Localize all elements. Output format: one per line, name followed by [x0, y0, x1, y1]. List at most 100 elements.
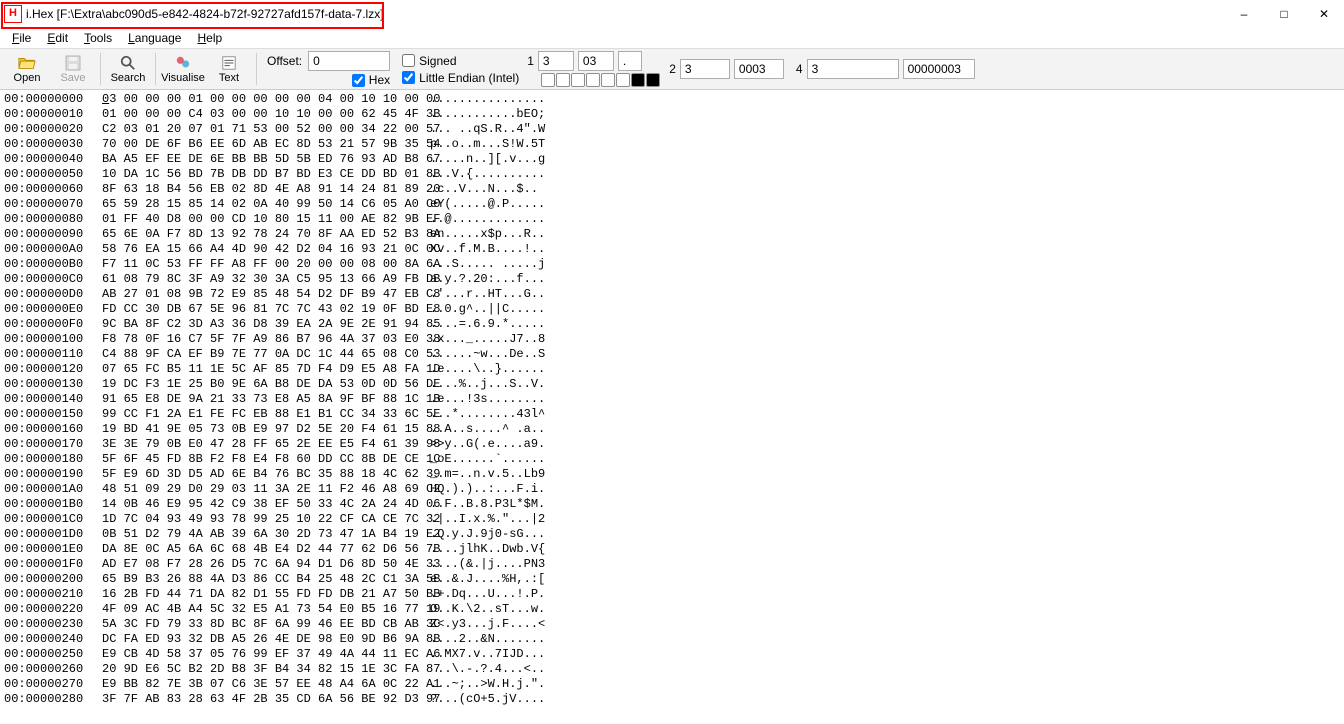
- ascii-cell[interactable]: p..o..m...S!W.5T: [430, 137, 545, 152]
- ascii-cell[interactable]: eY(.....@.P.....: [430, 197, 545, 212]
- hex-bytes-cell[interactable]: 91 65 E8 DE 9A 21 33 73 E8 A5 8A 9F BF 8…: [102, 392, 430, 407]
- hex-row[interactable]: 00:000001C0 1D 7C 04 93 49 93 78 99 25 1…: [4, 512, 1344, 527]
- hex-row[interactable]: 00:00000160 19 BD 41 9E 05 73 0B E9 97 D…: [4, 422, 1344, 437]
- minimize-button[interactable]: ‒: [1224, 0, 1264, 28]
- endian-checkbox[interactable]: [402, 71, 415, 84]
- hex-row[interactable]: 00:000000F0 9C BA 8F C2 3D A3 36 D8 39 E…: [4, 317, 1344, 332]
- ascii-cell[interactable]: en.....x$p...R..: [430, 227, 545, 242]
- hex-row[interactable]: 00:00000110 C4 88 9F CA EF B9 7E 77 0A D…: [4, 347, 1344, 362]
- ascii-cell[interactable]: .'...r..HT...G..: [430, 287, 545, 302]
- hex-row[interactable]: 00:00000000 03 00 00 00 01 00 00 00 00 0…: [4, 92, 1344, 107]
- byte-dec-1[interactable]: [538, 51, 574, 71]
- hex-row[interactable]: 00:000000C0 61 08 79 8C 3F A9 32 30 3A C…: [4, 272, 1344, 287]
- hex-row[interactable]: 00:000001F0 AD E7 08 F7 28 26 D5 7C 6A 9…: [4, 557, 1344, 572]
- visualise-button[interactable]: Visualise: [160, 50, 206, 88]
- hex-row[interactable]: 00:00000100 F8 78 0F 16 C7 5F 7F A9 86 B…: [4, 332, 1344, 347]
- hex-bytes-cell[interactable]: C4 88 9F CA EF B9 7E 77 0A DC 1C 44 65 0…: [102, 347, 430, 362]
- hex-row[interactable]: 00:00000220 4F 09 AC 4B A4 5C 32 E5 A1 7…: [4, 602, 1344, 617]
- hex-row[interactable]: 00:000001B0 14 0B 46 E9 95 42 C9 38 EF 5…: [4, 497, 1344, 512]
- ascii-cell[interactable]: .Q.y.J.9j0-sG...: [430, 527, 545, 542]
- hex-row[interactable]: 00:000001D0 0B 51 D2 79 4A AB 39 6A 30 2…: [4, 527, 1344, 542]
- hex-bytes-cell[interactable]: E9 CB 4D 58 37 05 76 99 EF 37 49 4A 44 1…: [102, 647, 430, 662]
- open-button[interactable]: Open: [4, 50, 50, 88]
- ascii-cell[interactable]: .+.Dq...U...!.P.: [430, 587, 545, 602]
- ascii-cell[interactable]: ............bEO;: [430, 107, 545, 122]
- maximize-button[interactable]: □: [1264, 0, 1304, 28]
- hex-bytes-cell[interactable]: 5F 6F 45 FD 8B F2 F8 E4 F8 60 DD CC 8B D…: [102, 452, 430, 467]
- save-button[interactable]: Save: [50, 50, 96, 88]
- menu-file[interactable]: File: [4, 29, 39, 47]
- hex-bytes-cell[interactable]: 3F 7F AB 83 28 63 4F 2B 35 CD 6A 56 BE 9…: [102, 692, 430, 707]
- ascii-cell[interactable]: >>y..G(.e....a9.: [430, 437, 545, 452]
- hex-bytes-cell[interactable]: 4F 09 AC 4B A4 5C 32 E5 A1 73 54 E0 B5 1…: [102, 602, 430, 617]
- hex-bytes-cell[interactable]: 01 00 00 00 C4 03 00 00 10 10 00 00 62 4…: [102, 107, 430, 122]
- hex-row[interactable]: 00:00000230 5A 3C FD 79 33 8D BC 8F 6A 9…: [4, 617, 1344, 632]
- byte-char-1[interactable]: [618, 51, 642, 71]
- ascii-cell[interactable]: ..\.-.?.4...<..: [430, 662, 545, 677]
- ascii-cell[interactable]: ...S..... .....j: [430, 257, 545, 272]
- byte-hex-2[interactable]: [734, 59, 784, 79]
- hex-row[interactable]: 00:00000270 E9 BB 82 7E 3B 07 C6 3E 57 E…: [4, 677, 1344, 692]
- ascii-cell[interactable]: ?...(cO+5.jV....: [430, 692, 545, 707]
- hex-bytes-cell[interactable]: AD E7 08 F7 28 26 D5 7C 6A 94 D1 D6 8D 5…: [102, 557, 430, 572]
- ascii-cell[interactable]: ...*........43l^: [430, 407, 545, 422]
- menu-tools[interactable]: Tools: [76, 29, 120, 47]
- ascii-cell[interactable]: Z<.y3...j.F....<: [430, 617, 545, 632]
- ascii-cell[interactable]: .x..._.....J7..8: [430, 332, 545, 347]
- hex-row[interactable]: 00:00000140 91 65 E8 DE 9A 21 33 73 E8 A…: [4, 392, 1344, 407]
- search-button[interactable]: Search: [105, 50, 151, 88]
- hex-row[interactable]: 00:00000190 5F E9 6D 3D D5 AD 6E B4 76 B…: [4, 467, 1344, 482]
- ascii-cell[interactable]: ... ..qS.R..4".W: [430, 122, 545, 137]
- hex-row[interactable]: 00:000001E0 DA 8E 0C A5 6A 6C 68 4B E4 D…: [4, 542, 1344, 557]
- close-button[interactable]: ✕: [1304, 0, 1344, 28]
- hex-row[interactable]: 00:000000A0 58 76 EA 15 66 A4 4D 90 42 D…: [4, 242, 1344, 257]
- ascii-cell[interactable]: ....(&.|j....PN3: [430, 557, 545, 572]
- hex-bytes-cell[interactable]: 16 2B FD 44 71 DA 82 D1 55 FD FD DB 21 A…: [102, 587, 430, 602]
- hex-row[interactable]: 00:00000040 BA A5 EF EE DE 6E BB BB 5D 5…: [4, 152, 1344, 167]
- hex-bytes-cell[interactable]: 9C BA 8F C2 3D A3 36 D8 39 EA 2A 9E 2E 9…: [102, 317, 430, 332]
- hex-row[interactable]: 00:00000090 65 6E 0A F7 8D 13 92 78 24 7…: [4, 227, 1344, 242]
- hex-bytes-cell[interactable]: 70 00 DE 6F B6 EE 6D AB EC 8D 53 21 57 9…: [102, 137, 430, 152]
- hex-bytes-cell[interactable]: 5F E9 6D 3D D5 AD 6E B4 76 BC 35 88 18 4…: [102, 467, 430, 482]
- hex-bytes-cell[interactable]: AB 27 01 08 9B 72 E9 85 48 54 D2 DF B9 4…: [102, 287, 430, 302]
- text-button[interactable]: Text: [206, 50, 252, 88]
- hex-row[interactable]: 00:00000080 01 FF 40 D8 00 00 CD 10 80 1…: [4, 212, 1344, 227]
- hex-bytes-cell[interactable]: F8 78 0F 16 C7 5F 7F A9 86 B7 96 4A 37 0…: [102, 332, 430, 347]
- hex-row[interactable]: 00:00000130 19 DC F3 1E 25 B0 9E 6A B8 D…: [4, 377, 1344, 392]
- hex-bytes-cell[interactable]: DC FA ED 93 32 DB A5 26 4E DE 98 E0 9D B…: [102, 632, 430, 647]
- hex-row[interactable]: 00:00000180 5F 6F 45 FD 8B F2 F8 E4 F8 6…: [4, 452, 1344, 467]
- hex-row[interactable]: 00:00000170 3E 3E 79 0B E0 47 28 FF 65 2…: [4, 437, 1344, 452]
- byte-dec-2[interactable]: [680, 59, 730, 79]
- hex-bytes-cell[interactable]: DA 8E 0C A5 6A 6C 68 4B E4 D2 44 77 62 D…: [102, 542, 430, 557]
- ascii-cell[interactable]: .c..V...N...$..: [430, 182, 545, 197]
- ascii-cell[interactable]: ..A..s....^ .a..: [430, 422, 545, 437]
- ascii-cell[interactable]: ....jlhK..Dwb.V{: [430, 542, 545, 557]
- ascii-cell[interactable]: Xv..f.M.B....!..: [430, 242, 545, 257]
- hex-bytes-cell[interactable]: 19 BD 41 9E 05 73 0B E9 97 D2 5E 20 F4 6…: [102, 422, 430, 437]
- ascii-cell[interactable]: ...~;..>W.H.j.".: [430, 677, 545, 692]
- ascii-cell[interactable]: ....%..j...S..V.: [430, 377, 545, 392]
- hex-bytes-cell[interactable]: 65 59 28 15 85 14 02 0A 40 99 50 14 C6 0…: [102, 197, 430, 212]
- hex-row[interactable]: 00:00000210 16 2B FD 44 71 DA 82 D1 55 F…: [4, 587, 1344, 602]
- offset-input[interactable]: [308, 51, 390, 71]
- hex-bytes-cell[interactable]: 3E 3E 79 0B E0 47 28 FF 65 2E EE E5 F4 6…: [102, 437, 430, 452]
- hex-row[interactable]: 00:00000020 C2 03 01 20 07 01 71 53 00 5…: [4, 122, 1344, 137]
- hex-row[interactable]: 00:00000010 01 00 00 00 C4 03 00 00 10 1…: [4, 107, 1344, 122]
- ascii-cell[interactable]: ..@.............: [430, 212, 545, 227]
- hex-row[interactable]: 00:000000E0 FD CC 30 DB 67 5E 96 81 7C 7…: [4, 302, 1344, 317]
- hex-row[interactable]: 00:00000200 65 B9 B3 26 88 4A D3 86 CC B…: [4, 572, 1344, 587]
- menu-edit[interactable]: Edit: [39, 29, 76, 47]
- hex-bytes-cell[interactable]: E9 BB 82 7E 3B 07 C6 3E 57 EE 48 A4 6A 0…: [102, 677, 430, 692]
- menu-help[interactable]: Help: [189, 29, 230, 47]
- ascii-cell[interactable]: .e....\..}......: [430, 362, 545, 377]
- hex-bytes-cell[interactable]: 65 B9 B3 26 88 4A D3 86 CC B4 25 48 2C C…: [102, 572, 430, 587]
- endian-row[interactable]: Little Endian (Intel): [402, 69, 519, 86]
- hex-bytes-cell[interactable]: 58 76 EA 15 66 A4 4D 90 42 D2 04 16 93 2…: [102, 242, 430, 257]
- ascii-cell[interactable]: HQ.).)..:...F.i.: [430, 482, 545, 497]
- hex-row[interactable]: 00:00000060 8F 63 18 B4 56 EB 02 8D 4E A…: [4, 182, 1344, 197]
- signed-row[interactable]: Signed: [402, 52, 519, 69]
- ascii-cell[interactable]: .e...!3s........: [430, 392, 545, 407]
- hex-row[interactable]: 00:000001A0 48 51 09 29 D0 29 03 11 3A 2…: [4, 482, 1344, 497]
- hex-bytes-cell[interactable]: C2 03 01 20 07 01 71 53 00 52 00 00 34 2…: [102, 122, 430, 137]
- hex-bytes-cell[interactable]: 5A 3C FD 79 33 8D BC 8F 6A 99 46 EE BD C…: [102, 617, 430, 632]
